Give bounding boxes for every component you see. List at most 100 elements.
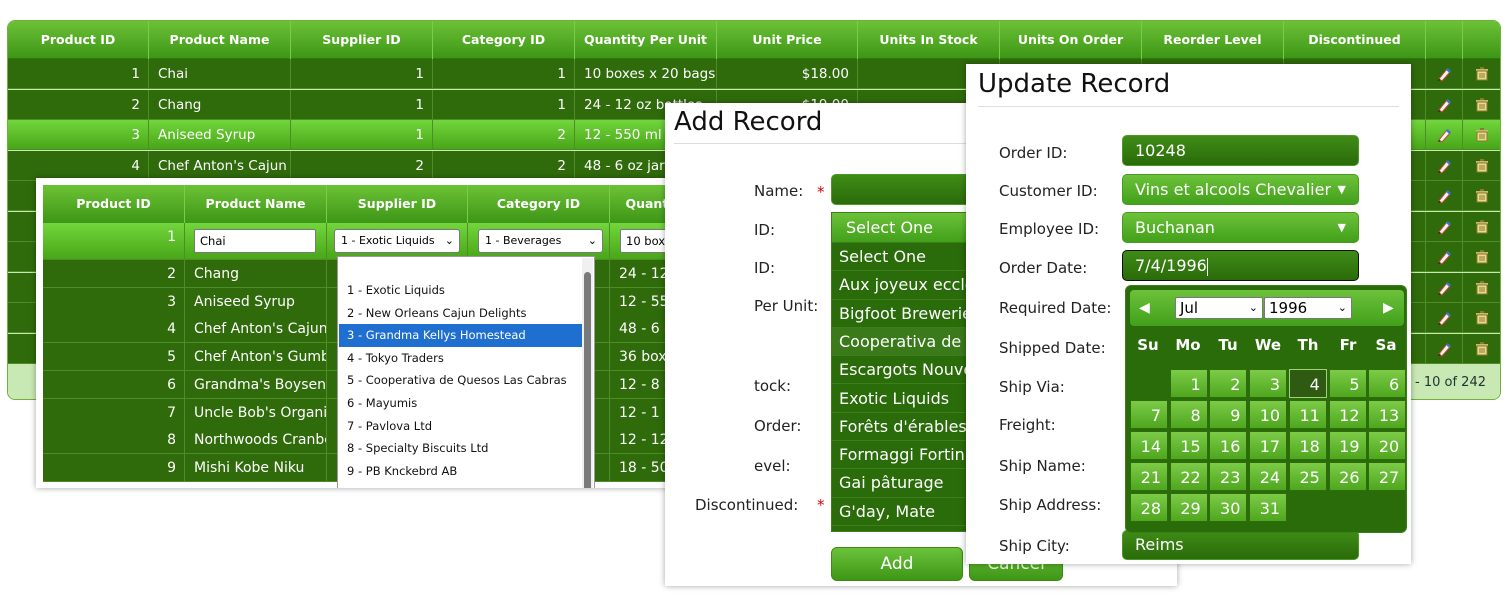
calendar-day[interactable]: 11 (1288, 400, 1327, 429)
dropdown-option[interactable]: 3 - Grandma Kellys Homestead (339, 324, 583, 347)
pencil-icon[interactable] (1436, 310, 1452, 326)
column-header[interactable]: Supplier ID (327, 185, 468, 223)
trash-icon[interactable] (1474, 249, 1490, 265)
dropdown-option[interactable]: 5 - Cooperativa de Quesos Las Cabras (339, 369, 583, 392)
calendar-day[interactable]: 20 (1368, 431, 1407, 460)
column-header[interactable]: Category ID (468, 185, 610, 223)
dropdown-option[interactable]: 9 - PB Knckebrd AB (339, 460, 583, 483)
column-header-delete (1463, 21, 1500, 59)
table-cell: Aniseed Syrup (149, 120, 291, 150)
pencil-icon[interactable] (1436, 188, 1452, 204)
column-header[interactable]: Discontinued (1284, 21, 1426, 59)
product-name-input[interactable]: Chai (194, 229, 316, 253)
field-label: Employee ID: (999, 220, 1100, 238)
supplier-select[interactable]: 1 - Exotic Liquids ⌄ (334, 229, 460, 253)
calendar-day[interactable]: 12 (1328, 400, 1367, 429)
column-header[interactable]: Unit Price (717, 21, 858, 59)
calendar-day[interactable]: 7 (1130, 400, 1168, 429)
chevron-right-icon[interactable]: ▶ (1383, 290, 1394, 326)
calendar-day[interactable]: 17 (1249, 431, 1288, 460)
calendar-day[interactable]: 15 (1169, 431, 1208, 460)
dropdown-option[interactable]: 6 - Mayumis (339, 392, 583, 415)
trash-icon[interactable] (1474, 158, 1490, 174)
column-header[interactable]: Supplier ID (291, 21, 433, 59)
column-header[interactable]: Product Name (185, 185, 327, 223)
calendar-day[interactable]: 5 (1328, 369, 1367, 398)
column-header-edit (1426, 21, 1463, 59)
calendar-day[interactable]: 31 (1249, 493, 1288, 522)
column-header[interactable]: Quantity Per Unit (575, 21, 717, 59)
trash-icon[interactable] (1474, 219, 1490, 235)
required-mark: * (817, 183, 825, 201)
trash-icon[interactable] (1474, 310, 1490, 326)
calendar-day[interactable]: 22 (1169, 462, 1208, 491)
calendar-day[interactable]: 10 (1249, 400, 1288, 429)
date-picker-calendar: ◀ Jul ⌄ 1996 ⌄ ▶ Su Mo Tu We Th Fr Sa 12345678… (1125, 285, 1407, 533)
customer-id-select[interactable]: Vins et alcools Chevalier ▼ (1122, 174, 1359, 205)
pencil-icon[interactable] (1436, 66, 1452, 82)
trash-icon[interactable] (1474, 127, 1490, 143)
trash-icon[interactable] (1474, 97, 1490, 113)
calendar-day[interactable]: 21 (1130, 462, 1168, 491)
calendar-day[interactable]: 4 (1288, 369, 1327, 398)
calendar-day[interactable]: 25 (1288, 462, 1327, 491)
month-select[interactable]: Jul ⌄ (1175, 297, 1263, 319)
calendar-day[interactable]: 2 (1209, 369, 1248, 398)
calendar-day[interactable]: 27 (1368, 462, 1407, 491)
order-id-field[interactable]: 10248 (1122, 135, 1359, 166)
column-header[interactable]: Product Name (149, 21, 291, 59)
dropdown-scrollbar[interactable] (582, 258, 593, 488)
calendar-day[interactable]: 18 (1288, 431, 1327, 460)
calendar-day[interactable]: 19 (1328, 431, 1367, 460)
year-select[interactable]: 1996 ⌄ (1264, 297, 1352, 319)
calendar-day[interactable]: 28 (1130, 493, 1168, 522)
trash-icon[interactable] (1474, 66, 1490, 82)
pencil-icon[interactable] (1436, 158, 1452, 174)
calendar-day[interactable]: 6 (1368, 369, 1407, 398)
calendar-day[interactable]: 16 (1209, 431, 1248, 460)
calendar-day[interactable]: 24 (1249, 462, 1288, 491)
field-label: Ship City: (999, 537, 1070, 555)
dropdown-option[interactable]: 7 - Pavlova Ltd (339, 415, 583, 438)
pencil-icon[interactable] (1436, 280, 1452, 296)
dropdown-option[interactable]: 1 - Exotic Liquids (339, 279, 583, 302)
pencil-icon[interactable] (1436, 97, 1452, 113)
column-header[interactable]: Units On Order (1000, 21, 1142, 59)
column-header[interactable]: Units In Stock (858, 21, 1000, 59)
calendar-day[interactable]: 29 (1169, 493, 1208, 522)
field-label: Discontinued: (695, 496, 799, 514)
calendar-day[interactable]: 23 (1209, 462, 1248, 491)
calendar-day[interactable]: 13 (1368, 400, 1407, 429)
supplier-dropdown-list[interactable]: 1 - Exotic Liquids 2 - New Orleans Cajun … (337, 256, 595, 488)
dialog-title: Update Record (978, 69, 1171, 99)
trash-icon[interactable] (1474, 341, 1490, 357)
field-label: ID: (754, 221, 776, 239)
column-header[interactable]: Product ID (8, 21, 149, 59)
pencil-icon[interactable] (1436, 249, 1452, 265)
order-date-field[interactable]: 7/4/1996 (1122, 250, 1359, 281)
column-header[interactable]: Category ID (433, 21, 575, 59)
calendar-day[interactable]: 26 (1328, 462, 1367, 491)
category-select[interactable]: 1 - Beverages ⌄ (478, 229, 603, 253)
column-header[interactable]: Product ID (43, 185, 185, 223)
trash-icon[interactable] (1474, 280, 1490, 296)
pencil-icon[interactable] (1436, 219, 1452, 235)
calendar-day[interactable]: 14 (1130, 431, 1168, 460)
trash-icon[interactable] (1474, 188, 1490, 204)
calendar-day[interactable]: 3 (1249, 369, 1288, 398)
scrollbar-thumb[interactable] (584, 272, 591, 488)
calendar-day[interactable]: 8 (1169, 400, 1208, 429)
dropdown-option[interactable]: 4 - Tokyo Traders (339, 347, 583, 370)
column-header[interactable]: Reorder Level (1142, 21, 1284, 59)
pencil-icon[interactable] (1436, 341, 1452, 357)
dropdown-option[interactable]: 2 - New Orleans Cajun Delights (339, 302, 583, 325)
calendar-day[interactable]: 1 (1169, 369, 1208, 398)
pencil-icon[interactable] (1436, 127, 1452, 143)
add-button[interactable]: Add (831, 547, 963, 581)
chevron-left-icon[interactable]: ◀ (1139, 290, 1150, 326)
calendar-day[interactable]: 30 (1209, 493, 1248, 522)
calendar-day[interactable]: 9 (1209, 400, 1248, 429)
employee-id-select[interactable]: Buchanan ▼ (1122, 212, 1359, 243)
ship-city-field[interactable]: Reims (1122, 530, 1359, 560)
dropdown-option[interactable]: 8 - Specialty Biscuits Ltd (339, 437, 583, 460)
